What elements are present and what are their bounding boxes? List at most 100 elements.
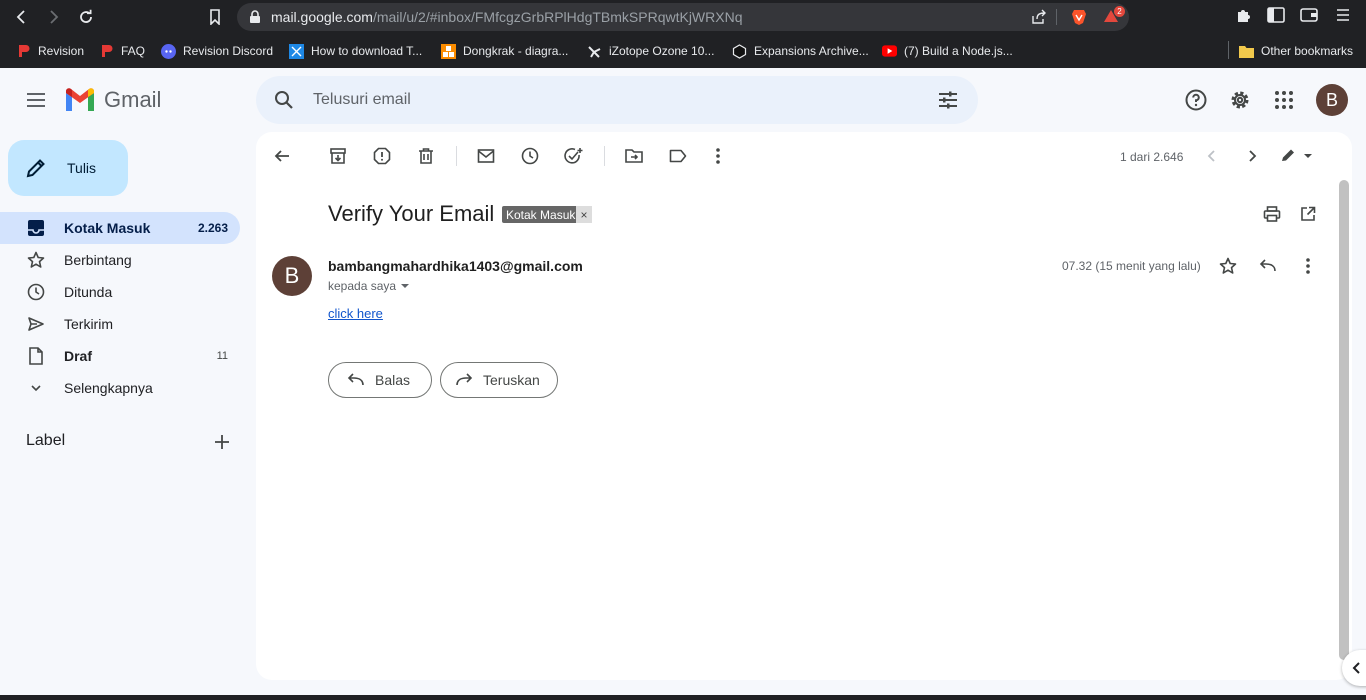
- input-tools-icon[interactable]: [1280, 144, 1316, 168]
- extensions-icon[interactable]: [1236, 7, 1252, 23]
- settings-icon[interactable]: [1226, 86, 1254, 114]
- message-timestamp: 07.32 (15 menit yang lalu): [1062, 259, 1201, 273]
- hex-icon: [732, 43, 747, 59]
- browser-toolbar: mail.google.com/mail/u/2/#inbox/FMfcgzGr…: [0, 0, 1366, 34]
- gmail-m-icon: [64, 87, 96, 113]
- sidebar-item-snoozed[interactable]: Ditunda: [0, 276, 240, 308]
- archive-icon[interactable]: [326, 144, 350, 168]
- address-bar[interactable]: mail.google.com/mail/u/2/#inbox/FMfcgzGr…: [237, 3, 1129, 31]
- bookmarks-divider: [1228, 41, 1229, 59]
- sidebar-item-drafts[interactable]: Draf 11: [0, 340, 240, 372]
- bookmark-faq[interactable]: FAQ: [99, 42, 145, 60]
- main-menu-icon[interactable]: [24, 88, 48, 112]
- bookmark-revision[interactable]: Revision: [16, 42, 84, 60]
- address-divider: [1056, 9, 1057, 25]
- drafts-count: 11: [216, 350, 228, 362]
- back-arrow-icon[interactable]: [270, 144, 294, 168]
- more-vert-icon[interactable]: [706, 144, 730, 168]
- sidebar-item-more[interactable]: Selengkapnya: [0, 372, 240, 404]
- bookmark-build-nodejs[interactable]: (7) Build a Node.js...: [882, 42, 1013, 60]
- snooze-icon[interactable]: [518, 144, 542, 168]
- newer-chevron-icon[interactable]: [1200, 144, 1224, 168]
- move-to-icon[interactable]: [622, 144, 646, 168]
- gmail-wordmark: Gmail: [104, 87, 162, 112]
- toolbar-divider: [604, 146, 605, 166]
- rewards-badge: 2: [1114, 6, 1125, 17]
- search-icon[interactable]: [272, 88, 296, 112]
- add-label-icon[interactable]: [212, 432, 232, 452]
- label-icon[interactable]: [666, 144, 690, 168]
- bookmark-dongkrak[interactable]: Dongkrak - diagra...: [441, 42, 568, 60]
- back-icon[interactable]: [10, 5, 34, 29]
- remove-label-icon[interactable]: ×: [576, 206, 592, 223]
- bookmark-expansions-archive[interactable]: Expansions Archive...: [732, 42, 869, 60]
- bookmark-icon[interactable]: [203, 5, 227, 29]
- add-task-icon[interactable]: [562, 144, 586, 168]
- sidebar-item-starred[interactable]: Berbintang: [0, 244, 240, 276]
- izotope-icon: [587, 44, 602, 59]
- brave-shields-icon[interactable]: [1071, 8, 1087, 26]
- print-icon[interactable]: [1260, 202, 1284, 226]
- bookmarks-bar: Revision FAQ Revision Discord How to dow…: [0, 34, 1366, 68]
- compose-button[interactable]: Tulis: [8, 140, 128, 196]
- apps-grid-icon[interactable]: [1270, 86, 1298, 114]
- sidebar-item-sent[interactable]: Terkirim: [0, 308, 240, 340]
- reply-icon[interactable]: [1256, 254, 1280, 278]
- bookmark-how-to-download[interactable]: How to download T...: [289, 42, 422, 60]
- bookmark-izotope[interactable]: iZotope Ozone 10...: [587, 42, 714, 60]
- search-input[interactable]: Telusuri email: [313, 91, 411, 109]
- sidebar-item-inbox[interactable]: Kotak Masuk 2.263: [0, 212, 240, 244]
- send-icon: [26, 314, 46, 334]
- open-new-window-icon[interactable]: [1296, 202, 1320, 226]
- sidebar-icon[interactable]: [1267, 7, 1285, 23]
- clock-icon: [26, 282, 46, 302]
- forward-icon[interactable]: [42, 5, 66, 29]
- browser-menu-icon[interactable]: [1336, 7, 1350, 23]
- revision-icon: [16, 44, 31, 59]
- scrollbar-thumb[interactable]: [1339, 180, 1349, 660]
- search-bar[interactable]: Telusuri email: [256, 76, 978, 124]
- window-bottom-edge: [0, 695, 1366, 700]
- sender-avatar: B: [272, 256, 312, 296]
- recipient-details[interactable]: kepada saya: [328, 279, 410, 293]
- older-chevron-icon[interactable]: [1240, 144, 1264, 168]
- other-bookmarks[interactable]: Other bookmarks: [1239, 42, 1353, 60]
- pagination-text: 1 dari 2.646: [1120, 150, 1184, 164]
- pencil-icon: [25, 157, 47, 179]
- wallet-icon[interactable]: [1300, 7, 1318, 23]
- search-options-icon[interactable]: [936, 88, 960, 112]
- brave-rewards-icon[interactable]: 2: [1103, 6, 1125, 24]
- caret-down-icon: [400, 281, 410, 291]
- message-body-link[interactable]: click here: [328, 306, 383, 321]
- toolbar-divider: [456, 146, 457, 166]
- delete-icon[interactable]: [414, 144, 438, 168]
- share-icon[interactable]: [1031, 9, 1047, 25]
- reload-icon[interactable]: [74, 5, 98, 29]
- star-icon: [26, 250, 46, 270]
- gmail-logo[interactable]: Gmail: [64, 87, 161, 113]
- report-spam-icon[interactable]: [370, 144, 394, 168]
- discord-icon: [161, 43, 176, 59]
- forward-button[interactable]: Teruskan: [440, 362, 558, 398]
- account-avatar[interactable]: B: [1316, 84, 1348, 116]
- side-panel-toggle[interactable]: [1342, 650, 1366, 686]
- labels-heading: Label: [26, 432, 66, 449]
- star-message-icon[interactable]: [1216, 254, 1240, 278]
- orange-grid-icon: [441, 43, 456, 59]
- message-subject: Verify Your Email: [328, 201, 495, 226]
- compose-label: Tulis: [67, 160, 97, 176]
- message-more-icon[interactable]: [1296, 254, 1320, 278]
- reply-button[interactable]: Balas: [328, 362, 432, 398]
- draft-icon: [26, 346, 46, 366]
- blue-square-icon: [289, 43, 304, 59]
- lock-icon: [249, 10, 261, 24]
- inbox-count: 2.263: [197, 221, 228, 235]
- bookmark-revision-discord[interactable]: Revision Discord: [161, 42, 273, 60]
- sender-email[interactable]: bambangmahardhika1403@gmail.com: [328, 258, 583, 274]
- chevron-left-icon: [1352, 661, 1362, 675]
- forward-arrow-icon: [455, 373, 473, 387]
- help-icon[interactable]: [1182, 86, 1210, 114]
- address-url: mail.google.com/mail/u/2/#inbox/FMfcgzGr…: [271, 9, 743, 25]
- inbox-label-chip[interactable]: Kotak Masuk: [502, 206, 580, 223]
- mark-unread-icon[interactable]: [474, 144, 498, 168]
